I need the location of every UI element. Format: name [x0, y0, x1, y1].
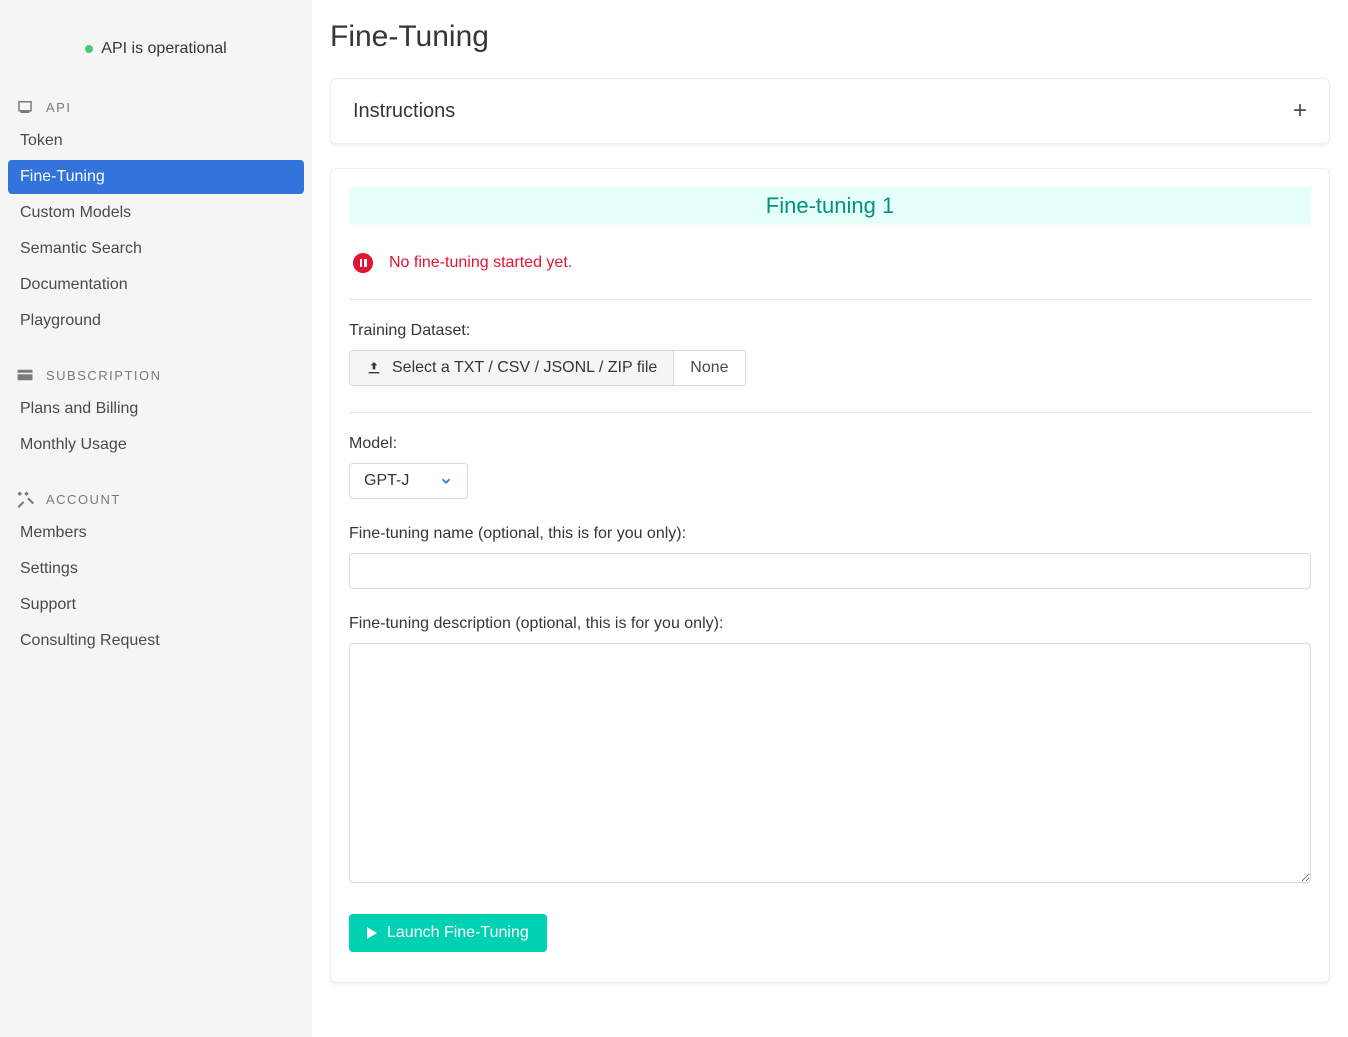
sidebar-item-semantic-search[interactable]: Semantic Search: [8, 232, 304, 266]
sidebar-item-documentation[interactable]: Documentation: [8, 268, 304, 302]
file-picker: Select a TXT / CSV / JSONL / ZIP file No…: [349, 350, 746, 386]
divider: [349, 299, 1311, 300]
sidebar-item-playground[interactable]: Playground: [8, 304, 304, 338]
section-title: ACCOUNT: [46, 492, 121, 507]
instructions-header-text: Instructions: [353, 100, 455, 123]
section-title: SUBSCRIPTION: [46, 368, 162, 383]
sidebar-item-consulting-request[interactable]: Consulting Request: [8, 624, 304, 658]
name-field: Fine-tuning name (optional, this is for …: [349, 525, 1311, 589]
sidebar-item-monthly-usage[interactable]: Monthly Usage: [8, 428, 304, 462]
sidebar-item-plans-billing[interactable]: Plans and Billing: [8, 392, 304, 426]
chevron-down-icon: [439, 474, 453, 488]
name-label: Fine-tuning name (optional, this is for …: [349, 525, 1311, 543]
sidebar-item-fine-tuning[interactable]: Fine-Tuning: [8, 160, 304, 194]
model-field: Model: GPT-J: [349, 435, 1311, 499]
upload-icon: [366, 360, 382, 376]
tools-icon: [16, 490, 34, 508]
dataset-label: Training Dataset:: [349, 322, 1311, 340]
main-content: Fine-Tuning Instructions + Fine-tuning 1…: [312, 0, 1348, 1037]
sidebar-item-support[interactable]: Support: [8, 588, 304, 622]
sidebar-item-members[interactable]: Members: [8, 516, 304, 550]
launch-button-label: Launch Fine-Tuning: [387, 924, 529, 942]
plus-icon[interactable]: +: [1293, 97, 1307, 125]
api-status-text: API is operational: [101, 40, 226, 58]
select-file-button-label: Select a TXT / CSV / JSONL / ZIP file: [392, 359, 657, 377]
section-header-subscription: SUBSCRIPTION: [0, 356, 312, 392]
model-selected-value: GPT-J: [364, 472, 409, 490]
sidebar-item-settings[interactable]: Settings: [8, 552, 304, 586]
section-header-account: ACCOUNT: [0, 480, 312, 516]
fine-tuning-status-row: No fine-tuning started yet.: [349, 253, 1311, 299]
divider: [349, 412, 1311, 413]
status-dot-icon: [85, 45, 93, 53]
sidebar: API is operational API Token Fine-Tuning…: [0, 0, 312, 1037]
api-status: API is operational: [0, 30, 312, 88]
instructions-toggle[interactable]: Instructions +: [331, 79, 1329, 143]
selected-file-name: None: [674, 351, 744, 385]
description-field: Fine-tuning description (optional, this …: [349, 615, 1311, 888]
description-label: Fine-tuning description (optional, this …: [349, 615, 1311, 633]
launch-fine-tuning-button[interactable]: Launch Fine-Tuning: [349, 914, 547, 952]
instructions-card: Instructions +: [330, 78, 1330, 144]
credit-card-icon: [16, 366, 34, 384]
fine-tuning-name-input[interactable]: [349, 553, 1311, 589]
fine-tuning-card: Fine-tuning 1 No fine-tuning started yet…: [330, 168, 1330, 983]
fine-tuning-description-input[interactable]: [349, 643, 1311, 883]
dataset-field: Training Dataset: Select a TXT / CSV / J…: [349, 322, 1311, 386]
sidebar-item-token[interactable]: Token: [8, 124, 304, 158]
section-header-api: API: [0, 88, 312, 124]
page-title: Fine-Tuning: [330, 20, 1330, 54]
fine-tuning-status-text: No fine-tuning started yet.: [389, 254, 572, 272]
select-file-button[interactable]: Select a TXT / CSV / JSONL / ZIP file: [350, 351, 674, 385]
nav-list-account: Members Settings Support Consulting Requ…: [0, 516, 312, 676]
sidebar-item-custom-models[interactable]: Custom Models: [8, 196, 304, 230]
section-title: API: [46, 100, 71, 115]
nav-list-api: Token Fine-Tuning Custom Models Semantic…: [0, 124, 312, 356]
terminal-icon: [16, 98, 34, 116]
play-icon: [367, 927, 377, 939]
nav-list-subscription: Plans and Billing Monthly Usage: [0, 392, 312, 480]
model-select[interactable]: GPT-J: [349, 463, 468, 499]
model-label: Model:: [349, 435, 1311, 453]
fine-tuning-banner: Fine-tuning 1: [349, 187, 1311, 225]
pause-icon: [353, 253, 373, 273]
